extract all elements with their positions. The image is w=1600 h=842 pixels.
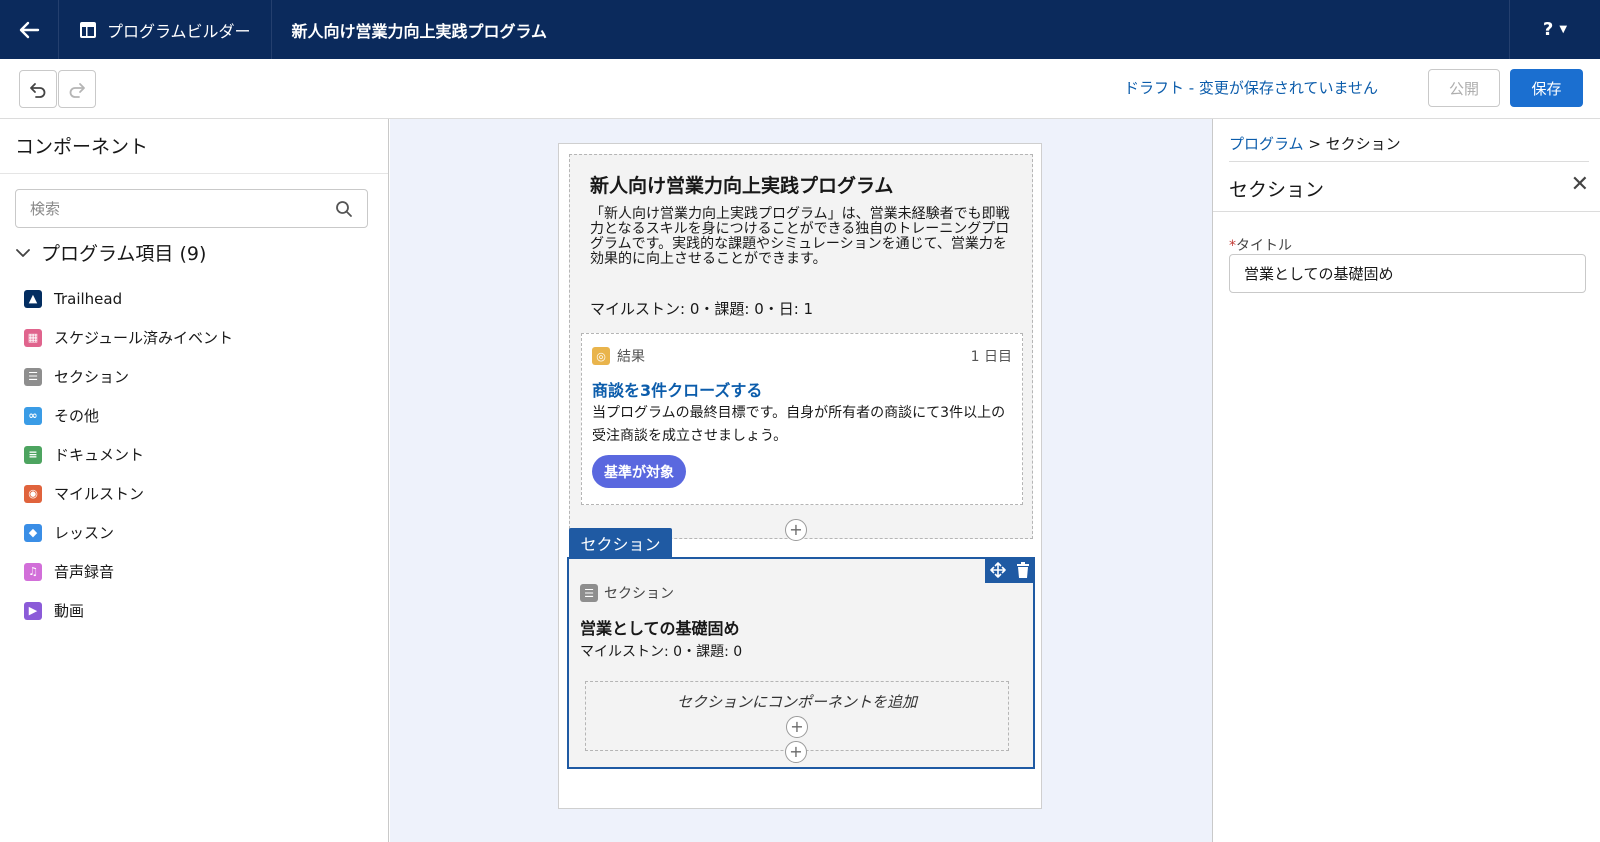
component-item-section[interactable]: ☰ セクション xyxy=(24,357,233,396)
section-meta: マイルストン: 0・課題: 0 xyxy=(580,644,743,660)
toolbar: ドラフト - 変更が保存されていません 公開 保存 xyxy=(0,59,1600,119)
program-meta: マイルストン: 0・課題: 0・日: 1 xyxy=(590,300,814,318)
component-item-label: その他 xyxy=(54,407,100,425)
component-item-label: セクション xyxy=(54,368,130,386)
video-icon: ▶ xyxy=(24,601,42,620)
app-name: プログラムビルダー xyxy=(107,21,251,41)
result-icon: ◎ xyxy=(592,347,610,365)
section-tools xyxy=(985,557,1035,583)
result-label: 結果 xyxy=(617,349,645,365)
result-description: 当プログラムの最終目標です。自身が所有者の商談にて3件以上の受注商談を成立させま… xyxy=(592,405,1006,444)
section-tab: セクション xyxy=(569,528,672,558)
component-search-input[interactable]: 検索 xyxy=(15,189,368,228)
builder-canvas: 新人向け営業力向上実践プログラム 「新人向け営業力向上実践プログラム」は、営業未… xyxy=(390,119,1212,842)
add-component-button[interactable]: + xyxy=(785,741,807,763)
document-icon: ≡ xyxy=(24,445,42,464)
add-to-section-button[interactable]: + xyxy=(786,716,808,738)
title-label-text: タイトル xyxy=(1236,238,1292,254)
required-marker: * xyxy=(1229,238,1236,254)
properties-panel: プログラム > セクション セクション ✕ *タイトル 営業としての基礎固め xyxy=(1212,119,1600,842)
move-icon[interactable] xyxy=(990,562,1006,578)
chevron-down-icon: ▼ xyxy=(1559,24,1568,35)
properties-title: セクション xyxy=(1229,179,1325,201)
breadcrumb-link-program[interactable]: プログラム xyxy=(1229,135,1304,153)
result-title-link[interactable]: 商談を3件クローズする xyxy=(592,377,762,401)
component-item-milestone[interactable]: ◉ マイルストン xyxy=(24,474,233,513)
top-bar: プログラムビルダー 新人向け営業力向上実践プログラム ? ▼ xyxy=(0,0,1600,59)
result-card[interactable]: ◎ 結果 1 日目 商談を3件クローズする 当プログラムの最終目標です。自身が所… xyxy=(581,333,1023,505)
program-header-block[interactable]: 新人向け営業力向上実践プログラム 「新人向け営業力向上実践プログラム」は、営業未… xyxy=(569,154,1033,539)
save-button[interactable]: 保存 xyxy=(1510,69,1583,107)
chevron-down-icon xyxy=(16,248,30,257)
section-icon: ☰ xyxy=(24,367,42,386)
component-item-lesson[interactable]: ◆ レッスン xyxy=(24,513,233,552)
layout-icon xyxy=(80,21,96,38)
link-icon: ∞ xyxy=(24,406,42,425)
program-title: 新人向け営業力向上実践プログラム xyxy=(291,21,548,41)
drop-zone-text: セクションにコンポーネントを追加 xyxy=(676,693,917,711)
component-item-trailhead[interactable]: ▲ Trailhead xyxy=(24,279,233,318)
component-list: ▲ Trailhead ▦ スケジュール済みイベント ☰ セクション ∞ その他… xyxy=(24,279,233,630)
redo-icon xyxy=(69,83,85,98)
component-item-label: レッスン xyxy=(54,524,115,542)
component-item-scheduled-event[interactable]: ▦ スケジュール済みイベント xyxy=(24,318,233,357)
publish-button[interactable]: 公開 xyxy=(1428,69,1500,107)
result-label-row: ◎ 結果 xyxy=(592,346,645,366)
section-block[interactable]: ☰ セクション 営業としての基礎固め マイルストン: 0・課題: 0 セクション… xyxy=(567,557,1035,769)
component-item-label: 動画 xyxy=(54,602,85,620)
save-status: ドラフト - 変更が保存されていません xyxy=(1123,79,1378,97)
breadcrumb: プログラム > セクション xyxy=(1229,133,1401,154)
section-label-row: ☰ セクション xyxy=(580,583,674,603)
program-title: 新人向け営業力向上実践プログラム xyxy=(590,175,894,197)
help-menu[interactable]: ? ▼ xyxy=(1509,0,1600,59)
back-arrow-icon xyxy=(19,21,40,38)
component-item-audio[interactable]: ♫ 音声録音 xyxy=(24,552,233,591)
section-title: 営業としての基礎固め xyxy=(580,619,740,638)
components-header: コンポーネント xyxy=(0,119,388,174)
program-items-label: プログラム項目 (9) xyxy=(41,243,207,265)
milestone-icon: ◉ xyxy=(24,484,42,503)
properties-header: セクション ✕ xyxy=(1229,161,1589,211)
component-item-label: Trailhead xyxy=(54,289,123,308)
component-item-label: スケジュール済みイベント xyxy=(54,329,233,347)
component-item-video[interactable]: ▶ 動画 xyxy=(24,591,233,630)
app-switcher[interactable]: プログラムビルダー xyxy=(59,0,272,59)
delete-icon[interactable] xyxy=(1016,562,1030,578)
result-day: 1 日目 xyxy=(970,349,1012,365)
component-item-document[interactable]: ≡ ドキュメント xyxy=(24,435,233,474)
close-icon[interactable]: ✕ xyxy=(1571,172,1589,197)
calendar-icon: ▦ xyxy=(24,328,42,347)
breadcrumb-current: セクション xyxy=(1325,135,1401,153)
help-label: ? xyxy=(1542,19,1554,40)
components-panel: コンポーネント 検索 プログラム項目 (9) ▲ Trailhead ▦ スケジ… xyxy=(0,119,389,842)
divider xyxy=(1213,211,1600,212)
component-item-label: マイルストン xyxy=(54,485,145,503)
program-page: 新人向け営業力向上実践プログラム 「新人向け営業力向上実践プログラム」は、営業未… xyxy=(558,143,1042,809)
undo-icon xyxy=(30,83,46,98)
breadcrumb-separator: > xyxy=(1303,135,1326,153)
title-input[interactable]: 営業としての基礎固め xyxy=(1229,254,1586,293)
trailhead-icon: ▲ xyxy=(24,289,42,308)
title-field-label: *タイトル xyxy=(1229,235,1292,255)
undo-button[interactable] xyxy=(19,70,57,108)
lesson-icon: ◆ xyxy=(24,523,42,542)
component-item-label: ドキュメント xyxy=(54,446,145,464)
section-icon: ☰ xyxy=(580,584,598,602)
search-icon xyxy=(336,200,352,217)
redo-button[interactable] xyxy=(58,70,96,108)
component-item-other[interactable]: ∞ その他 xyxy=(24,396,233,435)
add-component-button[interactable]: + xyxy=(785,519,807,541)
back-button[interactable] xyxy=(0,0,59,59)
criteria-badge[interactable]: 基準が対象 xyxy=(592,455,686,488)
search-placeholder: 検索 xyxy=(30,200,61,218)
component-item-label: 音声録音 xyxy=(54,563,115,581)
program-items-group-toggle[interactable]: プログラム項目 (9) xyxy=(15,239,206,266)
program-description: 「新人向け営業力向上実践プログラム」は、営業未経験者でも即戦力となるスキルを身に… xyxy=(590,206,1010,267)
headphones-icon: ♫ xyxy=(24,562,42,581)
section-label: セクション xyxy=(604,586,674,602)
